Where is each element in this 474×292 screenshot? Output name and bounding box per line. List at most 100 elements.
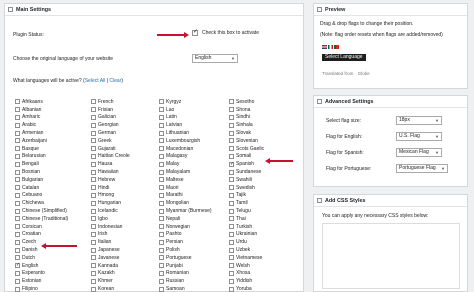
language-checkbox[interactable] — [91, 239, 96, 245]
flag-spanish-select[interactable]: Mexican Flag ▼ — [396, 148, 442, 157]
language-checkbox[interactable] — [159, 114, 164, 120]
language-option[interactable]: Portuguese — [159, 254, 212, 262]
language-option[interactable]: Vietnamese — [229, 254, 264, 262]
language-option[interactable]: Ukrainian — [229, 231, 264, 239]
language-checkbox[interactable] — [15, 239, 20, 245]
language-checkbox[interactable] — [15, 208, 20, 214]
language-checkbox[interactable] — [159, 247, 164, 253]
language-option[interactable]: English — [15, 262, 68, 270]
collapse-toggle-icon[interactable] — [317, 7, 322, 12]
language-option[interactable]: Tajik — [229, 192, 264, 200]
select-all-link[interactable]: Select All — [85, 78, 106, 84]
language-option[interactable]: Chinese (Simplified) — [15, 207, 68, 215]
language-option[interactable]: Irish — [91, 231, 130, 239]
language-checkbox[interactable] — [159, 122, 164, 128]
language-checkbox[interactable] — [229, 177, 234, 183]
language-option[interactable]: Malay — [159, 160, 212, 168]
language-checkbox[interactable] — [229, 231, 234, 237]
language-checkbox[interactable] — [229, 270, 234, 276]
language-checkbox[interactable] — [91, 247, 96, 253]
language-checkbox[interactable] — [159, 138, 164, 144]
language-checkbox[interactable] — [91, 216, 96, 222]
language-checkbox[interactable] — [91, 286, 96, 292]
language-checkbox[interactable] — [15, 270, 20, 276]
advanced-settings-header[interactable]: Advanced Settings — [314, 96, 467, 108]
language-option[interactable]: Maltese — [159, 176, 212, 184]
language-checkbox[interactable] — [159, 239, 164, 245]
language-option[interactable]: Icelandic — [91, 207, 130, 215]
language-option[interactable]: Bengali — [15, 160, 68, 168]
language-checkbox[interactable] — [159, 224, 164, 230]
language-option[interactable]: Sundanese — [229, 168, 264, 176]
language-checkbox[interactable] — [15, 255, 20, 261]
language-checkbox[interactable] — [15, 153, 20, 159]
language-option[interactable]: Yiddish — [229, 277, 264, 285]
language-option[interactable]: Yoruba — [229, 285, 264, 292]
language-checkbox[interactable] — [15, 185, 20, 191]
language-option[interactable]: Hebrew — [91, 176, 130, 184]
language-checkbox[interactable] — [229, 239, 234, 245]
language-checkbox[interactable] — [15, 247, 20, 253]
language-option[interactable]: Punjabi — [159, 262, 212, 270]
language-option[interactable]: French — [91, 98, 130, 106]
language-checkbox[interactable] — [159, 200, 164, 206]
language-checkbox[interactable] — [91, 177, 96, 183]
language-option[interactable]: Sindhi — [229, 114, 264, 122]
language-option[interactable]: Georgian — [91, 121, 130, 129]
language-option[interactable]: Bulgarian — [15, 176, 68, 184]
language-option[interactable]: Hungarian — [91, 199, 130, 207]
language-option[interactable]: Cebuano — [15, 192, 68, 200]
language-checkbox[interactable] — [159, 107, 164, 113]
language-option[interactable]: Lithuanian — [159, 129, 212, 137]
orig-lang-select[interactable]: English ▼ — [192, 54, 238, 63]
language-checkbox[interactable] — [159, 99, 164, 105]
language-checkbox[interactable] — [91, 185, 96, 191]
language-checkbox[interactable] — [91, 278, 96, 284]
language-option[interactable]: Somali — [229, 153, 264, 161]
language-checkbox[interactable] — [15, 107, 20, 113]
language-option[interactable]: Estonian — [15, 277, 68, 285]
language-option[interactable]: Haitian Creole — [91, 153, 130, 161]
language-option[interactable]: Hawaiian — [91, 168, 130, 176]
language-checkbox[interactable] — [229, 192, 234, 198]
language-checkbox[interactable] — [15, 286, 20, 292]
language-checkbox[interactable] — [229, 255, 234, 261]
language-option[interactable]: Khmer — [91, 277, 130, 285]
language-option[interactable]: Bosnian — [15, 168, 68, 176]
language-option[interactable]: Greek — [91, 137, 130, 145]
language-checkbox[interactable] — [229, 99, 234, 105]
language-option[interactable]: Lao — [159, 106, 212, 114]
language-option[interactable]: Latin — [159, 114, 212, 122]
language-option[interactable]: Hmong — [91, 192, 130, 200]
language-option[interactable]: Luxembourgish — [159, 137, 212, 145]
language-option[interactable]: Macedonian — [159, 145, 212, 153]
language-option[interactable]: Swahili — [229, 176, 264, 184]
language-option[interactable]: Kannada — [91, 262, 130, 270]
language-option[interactable]: Amharic — [15, 114, 68, 122]
language-option[interactable]: Xhosa — [229, 270, 264, 278]
language-checkbox[interactable] — [229, 130, 234, 136]
language-option[interactable]: Thai — [229, 215, 264, 223]
language-checkbox[interactable] — [229, 169, 234, 175]
language-checkbox[interactable] — [229, 138, 234, 144]
language-checkbox[interactable] — [15, 192, 20, 198]
language-checkbox[interactable] — [159, 231, 164, 237]
language-checkbox[interactable] — [229, 161, 234, 167]
language-option[interactable]: Dutch — [15, 254, 68, 262]
language-checkbox[interactable] — [159, 216, 164, 222]
language-option[interactable]: Urdu — [229, 238, 264, 246]
language-option[interactable]: Marathi — [159, 192, 212, 200]
language-checkbox[interactable] — [15, 278, 20, 284]
language-checkbox[interactable] — [159, 270, 164, 276]
language-checkbox[interactable] — [229, 114, 234, 120]
language-checkbox[interactable] — [229, 247, 234, 253]
language-option[interactable]: Croatian — [15, 231, 68, 239]
language-checkbox[interactable] — [159, 278, 164, 284]
language-checkbox[interactable] — [159, 185, 164, 191]
language-checkbox[interactable] — [159, 177, 164, 183]
language-checkbox[interactable] — [159, 263, 164, 269]
language-option[interactable]: Swedish — [229, 184, 264, 192]
language-option[interactable]: German — [91, 129, 130, 137]
language-option[interactable]: Japanese — [91, 246, 130, 254]
language-option[interactable]: Sesotho — [229, 98, 264, 106]
